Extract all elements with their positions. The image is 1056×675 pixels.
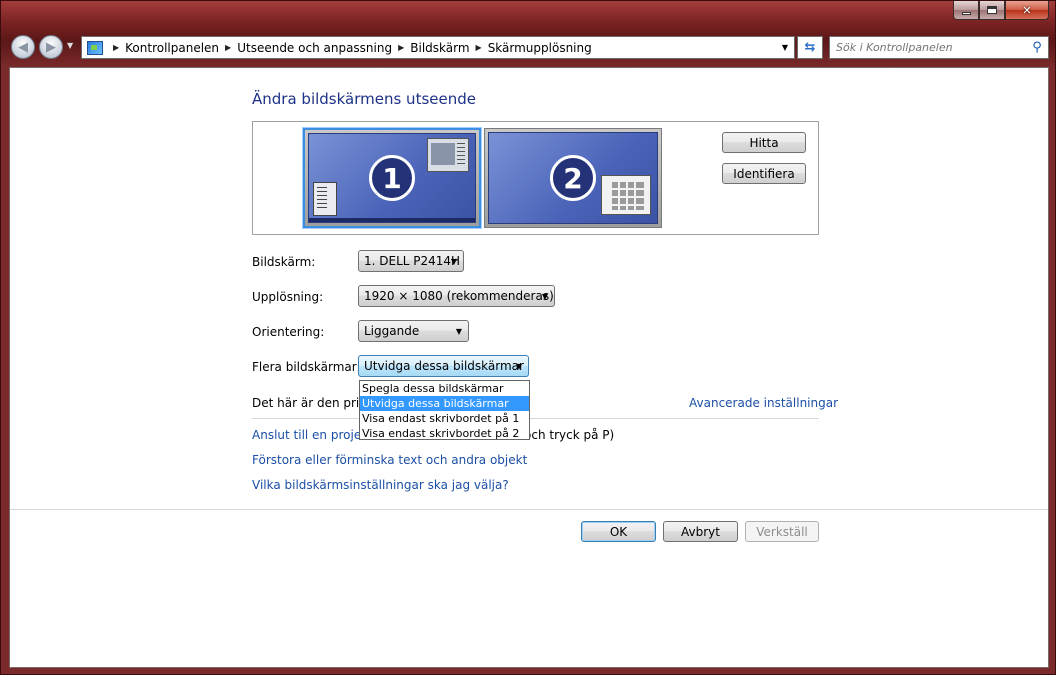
main-content: Ändra bildskärmens utseende 1 2 Hitta Id…: [9, 67, 1049, 668]
section-divider: [252, 418, 819, 419]
identify-button[interactable]: Identifiera: [722, 163, 806, 184]
dropdown-option[interactable]: Visa endast skrivbordet på 2: [360, 426, 529, 441]
search-box[interactable]: ⚲: [829, 36, 1049, 59]
back-arrow-icon: ◀: [18, 39, 28, 55]
breadcrumb-separator-icon[interactable]: ▶: [113, 43, 119, 52]
ok-button[interactable]: OK: [581, 521, 656, 542]
breadcrumb-separator-icon[interactable]: ▶: [225, 43, 231, 52]
chevron-down-icon: ▼: [515, 362, 522, 371]
breadcrumb-separator-icon[interactable]: ▶: [476, 43, 482, 52]
maximize-icon: [987, 6, 997, 14]
orientation-label: Orientering:: [252, 325, 325, 339]
search-input[interactable]: [830, 37, 1026, 58]
control-panel-window: ✕ ◀ ▶ ▼ ▶ Kontrollpanelen ▶ Utseende och…: [0, 0, 1056, 675]
breadcrumb-separator-icon[interactable]: ▶: [398, 43, 404, 52]
display-select[interactable]: 1. DELL P2414H ▼: [358, 250, 464, 272]
monitor-1-screen: 1: [308, 133, 476, 223]
resolution-select-value: 1920 × 1080 (rekommenderas): [364, 289, 554, 303]
multiple-displays-dropdown-list: Spegla dessa bildskärmar Utvidga dessa b…: [359, 380, 530, 440]
taskbar-thumbnail: [309, 218, 475, 222]
detect-button[interactable]: Hitta: [722, 132, 806, 153]
close-icon: ✕: [1022, 3, 1032, 17]
resolution-select[interactable]: 1920 × 1080 (rekommenderas) ▼: [358, 285, 555, 307]
display-label: Bildskärm:: [252, 255, 316, 269]
chevron-down-icon: ▼: [541, 292, 548, 301]
chevron-down-icon: ▼: [455, 327, 462, 336]
chevron-down-icon: ▼: [450, 257, 457, 266]
display-select-value: 1. DELL P2414H: [364, 254, 461, 268]
refresh-icon: ⇆: [804, 40, 816, 55]
breadcrumb-bildskarm[interactable]: Bildskärm: [410, 41, 469, 55]
dropdown-option[interactable]: Spegla dessa bildskärmar: [360, 381, 529, 396]
recent-pages-dropdown-icon[interactable]: ▼: [67, 41, 73, 50]
forward-arrow-icon: ▶: [46, 39, 56, 55]
multiple-displays-select-value: Utvidga dessa bildskärmar: [364, 359, 524, 373]
grid-window-thumbnail-icon: [601, 175, 651, 215]
cancel-button[interactable]: Avbryt: [663, 521, 738, 542]
monitor-1[interactable]: 1: [303, 128, 481, 228]
orientation-select[interactable]: Liggande ▼: [358, 320, 469, 342]
footer-divider: [10, 509, 1048, 510]
panel-thumbnail-icon: [313, 182, 337, 216]
monitor-number-1: 1: [369, 155, 415, 201]
search-icon[interactable]: ⚲: [1026, 40, 1048, 55]
breadcrumb-kontrollpanelen[interactable]: Kontrollpanelen: [125, 41, 219, 55]
minimize-icon: [961, 11, 971, 15]
breadcrumb-skarmupplosning[interactable]: Skärmupplösning: [488, 41, 592, 55]
monitor-number-2: 2: [550, 155, 596, 201]
resolution-label: Upplösning:: [252, 290, 324, 304]
monitor-arrangement-area: 1 2 Hitta Identifiera: [252, 121, 819, 235]
breadcrumb-utseende[interactable]: Utseende och anpassning: [237, 41, 392, 55]
navigation-bar: ◀ ▶ ▼ ▶ Kontrollpanelen ▶ Utseende och a…: [9, 33, 1049, 61]
connect-projector-link[interactable]: Anslut till en projekt: [252, 428, 373, 442]
refresh-button[interactable]: ⇆: [797, 36, 823, 59]
minimize-button[interactable]: [953, 1, 979, 20]
window-thumbnail-icon: [427, 138, 469, 172]
close-button[interactable]: ✕: [1005, 1, 1049, 20]
control-panel-icon: [87, 40, 103, 55]
orientation-select-value: Liggande: [364, 324, 420, 338]
caption-buttons: ✕: [953, 1, 1049, 20]
address-bar[interactable]: ▶ Kontrollpanelen ▶ Utseende och anpassn…: [81, 36, 795, 59]
dropdown-option[interactable]: Visa endast skrivbordet på 1: [360, 411, 529, 426]
multiple-displays-label: Flera bildskärmar:: [252, 360, 361, 374]
page-title: Ändra bildskärmens utseende: [252, 90, 476, 108]
maximize-button[interactable]: [979, 1, 1005, 20]
back-button[interactable]: ◀: [11, 35, 35, 59]
advanced-settings-link[interactable]: Avancerade inställningar: [689, 396, 838, 410]
apply-button[interactable]: Verkställ: [745, 521, 819, 542]
dropdown-option-selected[interactable]: Utvidga dessa bildskärmar: [360, 396, 529, 411]
text-size-link[interactable]: Förstora eller förminska text och andra …: [252, 453, 527, 467]
which-settings-link[interactable]: Vilka bildskärmsinställningar ska jag vä…: [252, 478, 509, 492]
projector-shortcut-text: och tryck på P): [524, 428, 615, 442]
address-dropdown-icon[interactable]: ▼: [776, 37, 794, 58]
monitor-2[interactable]: 2: [484, 128, 662, 228]
forward-button[interactable]: ▶: [39, 35, 63, 59]
monitor-2-screen: 2: [488, 132, 658, 224]
multiple-displays-select[interactable]: Utvidga dessa bildskärmar ▼: [358, 355, 529, 377]
